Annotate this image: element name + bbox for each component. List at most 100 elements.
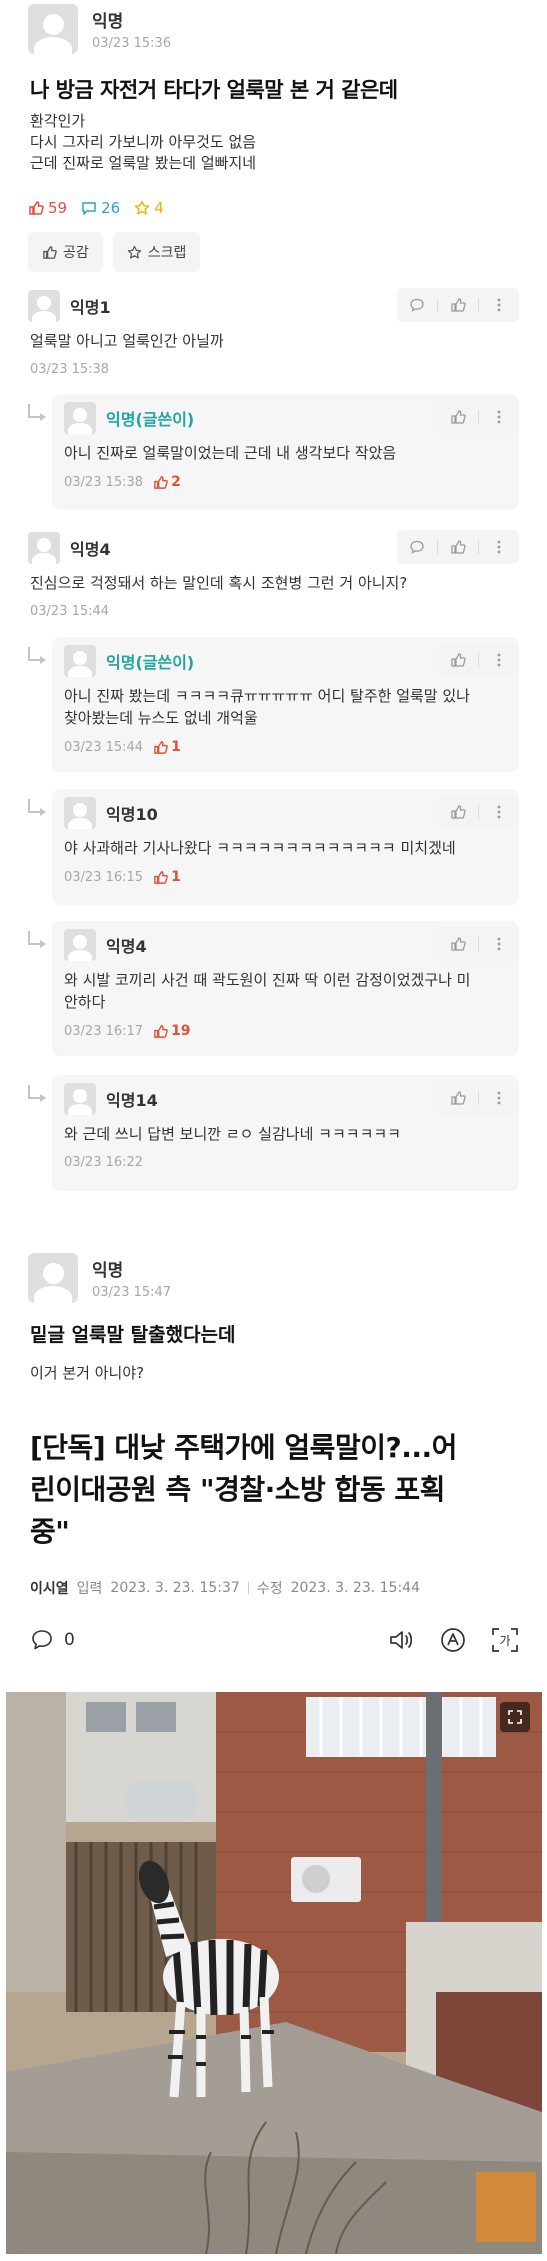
avatar bbox=[28, 1253, 78, 1303]
post2-title: 밑글 얼룩말 탈출했다는데 bbox=[30, 1324, 236, 1346]
more-icon[interactable] bbox=[479, 927, 519, 961]
comment-time: 03/23 16:17 bbox=[64, 1023, 144, 1039]
comment-text: 아니 진짜로 얼룩말이었는데 근데 내 생각보다 작았음 bbox=[64, 444, 397, 462]
comment-like-count: 1 bbox=[153, 739, 181, 755]
byline-divider bbox=[247, 1582, 249, 1594]
star-icon bbox=[134, 200, 150, 215]
comment-author: 익명(글쓴이) bbox=[106, 410, 195, 429]
thumbs-up-icon bbox=[29, 201, 44, 215]
speaker-icon[interactable] bbox=[386, 1625, 416, 1655]
thumbs-up-icon[interactable] bbox=[438, 795, 478, 829]
news-right-tools: 가 bbox=[386, 1625, 520, 1655]
comment-meta: 03/23 16:17 19 bbox=[64, 1023, 191, 1039]
reply-icon[interactable] bbox=[397, 288, 437, 322]
more-icon[interactable] bbox=[479, 795, 519, 829]
thumbs-up-icon[interactable] bbox=[438, 530, 478, 564]
news-byline: 이시열 입력 2023. 3. 23. 15:37 수정 2023. 3. 23… bbox=[30, 1578, 420, 1598]
post2-body: 이거 본거 아니야? bbox=[30, 1364, 145, 1382]
post2-header: 익명 03/23 15:47 bbox=[28, 1253, 171, 1303]
scrap-button[interactable]: 스크랩 bbox=[112, 232, 201, 272]
comment-text: 야 사과해라 기사나왔다 ㅋㅋㅋㅋㅋㅋㅋㅋㅋㅋㅋㅋㅋ 미치겠네 bbox=[64, 839, 456, 857]
edit-date: 2023. 3. 23. 15:44 bbox=[290, 1580, 420, 1596]
comment-tools bbox=[397, 530, 519, 564]
comment-meta: 03/23 16:15 1 bbox=[64, 869, 181, 885]
thumbs-up-icon[interactable] bbox=[438, 288, 478, 322]
news-toolbar: 0 가 bbox=[30, 1620, 520, 1660]
comment-author: 익명10 bbox=[106, 805, 158, 824]
more-icon[interactable] bbox=[479, 1081, 519, 1115]
more-icon[interactable] bbox=[479, 288, 519, 322]
thumbs-up-icon bbox=[154, 740, 168, 754]
comment-tools bbox=[397, 288, 519, 322]
thumbs-up-icon[interactable] bbox=[438, 927, 478, 961]
comment-tools bbox=[438, 927, 519, 961]
like-button[interactable]: 공감 bbox=[28, 232, 103, 272]
edit-label: 수정 bbox=[256, 1581, 283, 1597]
news-headline: [단독] 대낮 주택가에 얼룩말이?...어 린이대공원 측 "경찰·소방 합동… bbox=[30, 1431, 457, 1548]
comment-header: 익명4 bbox=[28, 532, 111, 564]
post-actions: 공감 스크랩 bbox=[28, 232, 201, 272]
post-time: 03/23 15:36 bbox=[92, 36, 172, 51]
post-header: 익명 03/23 15:36 bbox=[28, 2, 171, 56]
thumbs-up-icon[interactable] bbox=[438, 400, 478, 434]
comment-header: 익명10 bbox=[64, 797, 158, 829]
reporter-name[interactable]: 이시열 bbox=[30, 1578, 69, 1598]
star-icon bbox=[127, 245, 141, 259]
avatar bbox=[64, 645, 96, 677]
comment-time: 03/23 16:22 bbox=[64, 1155, 144, 1170]
comment-tools bbox=[438, 1081, 519, 1115]
scrap-count: 4 bbox=[134, 199, 164, 217]
comment-text: 아니 진짜 봤는데 ㅋㅋㅋㅋ큐ㅠㅠㅠㅠㅠ 어디 탈주한 얼룩말 있나 찾아봤는데 … bbox=[64, 687, 470, 727]
post2-author: 익명 bbox=[92, 1261, 124, 1281]
avatar bbox=[28, 4, 78, 54]
comment-text: 와 근데 쓰니 답변 보니깐 ㄹㅇ 실감나네 ㅋㅋㅋㅋㅋㅋ bbox=[64, 1125, 401, 1143]
input-date: 2023. 3. 23. 15:37 bbox=[110, 1580, 240, 1596]
thumbs-up-icon bbox=[43, 245, 57, 259]
comment-count: 26 bbox=[81, 199, 120, 217]
comment-author: 익명14 bbox=[106, 1091, 158, 1110]
expand-icon[interactable] bbox=[500, 1702, 530, 1732]
comment-author: 익명4 bbox=[106, 937, 147, 956]
more-icon[interactable] bbox=[479, 530, 519, 564]
avatar bbox=[64, 402, 96, 434]
comment-meta: 03/23 15:38 bbox=[30, 362, 109, 377]
svg-text:가: 가 bbox=[499, 1634, 510, 1648]
text-size-icon[interactable] bbox=[438, 1625, 468, 1655]
news-photo bbox=[6, 1692, 542, 2254]
comment-like-count: 2 bbox=[153, 474, 181, 490]
comment-meta: 03/23 15:38 2 bbox=[64, 474, 181, 490]
reply-icon[interactable] bbox=[397, 530, 437, 564]
comment-time: 03/23 15:38 bbox=[30, 362, 110, 377]
avatar bbox=[64, 1083, 96, 1115]
like-count: 59 bbox=[28, 199, 67, 217]
speech-bubble-icon bbox=[82, 202, 96, 215]
comment-like-count: 19 bbox=[153, 1023, 191, 1039]
avatar bbox=[28, 290, 60, 322]
more-icon[interactable] bbox=[479, 643, 519, 677]
reply-arrow-icon bbox=[28, 799, 46, 816]
reply-arrow-icon bbox=[28, 404, 46, 421]
post2-time: 03/23 15:47 bbox=[92, 1285, 172, 1300]
avatar bbox=[64, 797, 96, 829]
news-comment-button[interactable]: 0 bbox=[30, 1628, 75, 1652]
comment-time: 03/23 15:44 bbox=[64, 739, 144, 755]
comment-tools bbox=[438, 795, 519, 829]
comment-header: 익명4 bbox=[64, 929, 147, 961]
thumbs-up-icon[interactable] bbox=[438, 1081, 478, 1115]
avatar bbox=[64, 929, 96, 961]
comment-like-count: 1 bbox=[153, 869, 181, 885]
comment-header: 익명(글쓴이) bbox=[64, 645, 194, 677]
translate-icon[interactable]: 가 bbox=[490, 1625, 520, 1655]
thumbs-up-icon bbox=[154, 1024, 168, 1038]
comment-time: 03/23 16:15 bbox=[64, 869, 144, 885]
comment-meta: 03/23 15:44 1 bbox=[64, 739, 181, 755]
post-body: 환각인가 다시 그자리 가보니까 아무것도 없음 근데 진짜로 얼룩말 봤는데 … bbox=[30, 112, 257, 172]
comment-author: 익명(글쓴이) bbox=[106, 653, 195, 672]
comment-text: 진심으로 걱정돼서 하는 말인데 혹시 조현병 그런 거 아니지? bbox=[30, 574, 408, 592]
thumbs-up-icon[interactable] bbox=[438, 643, 478, 677]
comment-text: 얼룩말 아니고 얼룩인간 아닐까 bbox=[30, 332, 224, 350]
comment-header: 익명1 bbox=[28, 290, 111, 322]
more-icon[interactable] bbox=[479, 400, 519, 434]
reply-arrow-icon bbox=[28, 1085, 46, 1102]
comment-author: 익명1 bbox=[70, 298, 111, 317]
